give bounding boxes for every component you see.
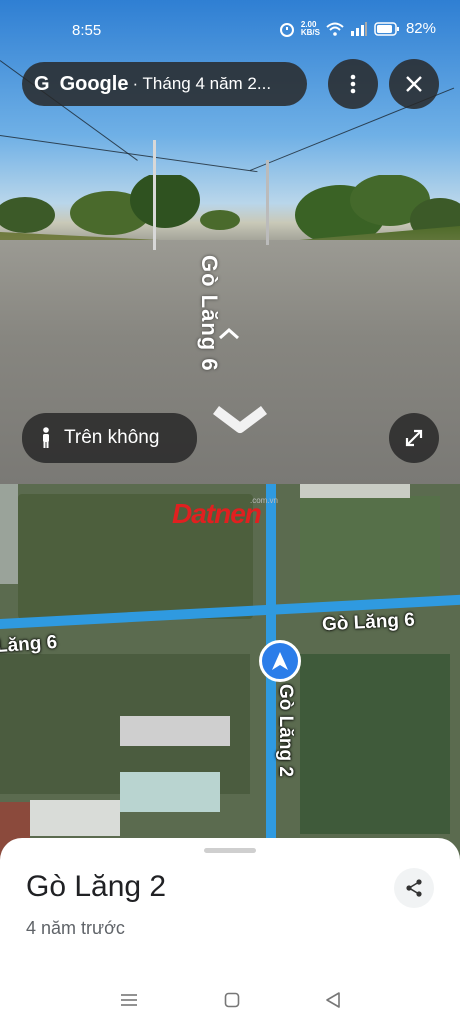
status-bar: 8:55 2.00 KB/S 82% (0, 0, 460, 60)
street-view-title-bar[interactable]: G Google · Tháng 4 năm 2... (22, 62, 307, 106)
person-icon (43, 427, 49, 448)
capture-date: · Tháng 4 năm 2... (132, 74, 272, 93)
net-speed-unit: KB/S (300, 27, 320, 37)
close-icon (406, 76, 422, 92)
status-icons: 2.00 KB/S 82% (279, 20, 436, 37)
chevron-up-icon[interactable] (218, 328, 240, 340)
drag-handle[interactable] (204, 848, 256, 853)
net-speed: 2.00 KB/S (300, 20, 320, 37)
watermark-logo: Datnen (172, 498, 262, 529)
map-parcel (300, 654, 450, 834)
map-building (0, 484, 18, 584)
more-vert-icon (350, 74, 356, 94)
battery-percent: 82% (405, 20, 436, 37)
map-street-label-left: Lăng 6 (0, 631, 58, 658)
street-name-overlay: Gò Lăng 6 (197, 255, 222, 372)
alarm-icon (279, 22, 294, 37)
battery-icon (374, 21, 399, 36)
satellite-map[interactable] (0, 484, 460, 864)
navigation-arrow-icon[interactable] (210, 400, 270, 440)
watermark-domain: .com.vn (250, 496, 279, 505)
street-lamp (153, 140, 156, 250)
fullscreen-button[interactable] (389, 413, 439, 463)
close-button[interactable] (389, 59, 439, 109)
map-parcel (300, 496, 440, 606)
aerial-view-button[interactable]: Trên không (22, 413, 197, 463)
brand-label: Google (59, 72, 129, 95)
more-options-button[interactable] (328, 59, 378, 109)
status-time: 8:55 (72, 22, 102, 39)
navigation-arrow-icon (272, 652, 288, 670)
aerial-view-label: Trên không (64, 427, 160, 448)
place-title: Gò Lăng 2 (26, 870, 167, 903)
google-g-icon: G (34, 72, 50, 95)
recents-menu-icon[interactable] (120, 992, 138, 1008)
map-building (120, 772, 220, 812)
map-building (300, 484, 410, 498)
capture-age: 4 năm trước (26, 918, 125, 938)
map-building (30, 800, 120, 836)
signal-icon (350, 21, 367, 36)
utility-pole (266, 160, 269, 245)
system-nav-bar (0, 976, 460, 1024)
map-street-label-vertical: Gò Lăng 2 (275, 684, 296, 777)
share-button[interactable] (394, 868, 434, 908)
expand-icon (405, 429, 423, 447)
wifi-icon (326, 22, 344, 36)
location-marker[interactable] (259, 640, 301, 682)
back-icon[interactable] (326, 992, 340, 1008)
map-building (120, 716, 230, 746)
share-icon (406, 879, 422, 897)
home-icon[interactable] (224, 992, 240, 1008)
